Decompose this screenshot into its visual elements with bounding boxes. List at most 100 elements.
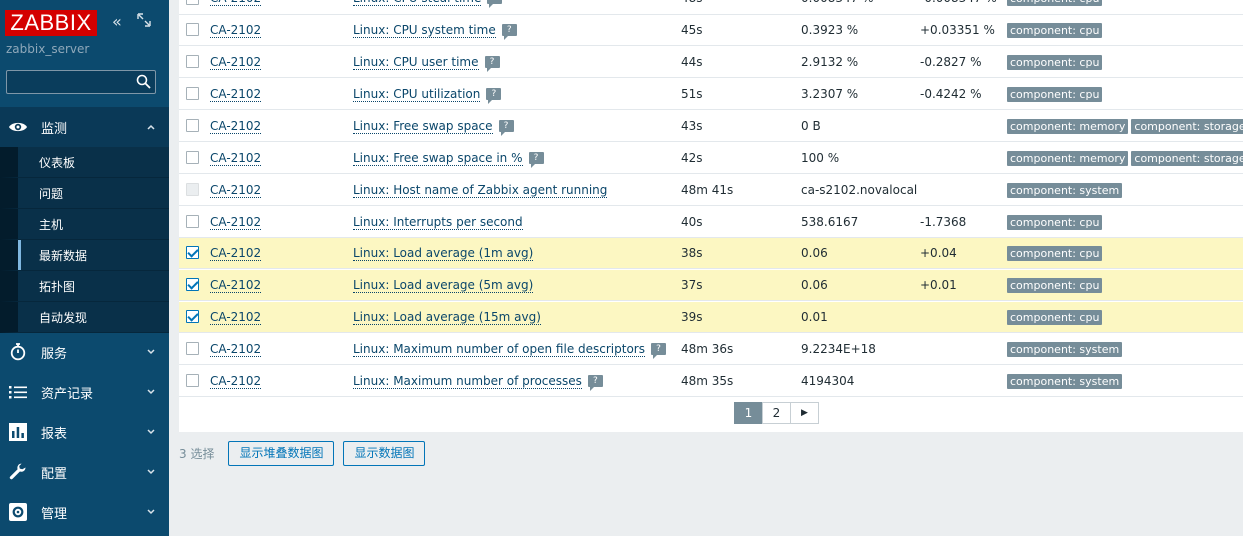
menu-eye[interactable]: 监测 [0, 107, 169, 147]
help-icon[interactable]: ? [587, 375, 603, 391]
tag-badge[interactable]: component: cpu [1007, 23, 1103, 38]
page-2-button[interactable]: 2 [762, 402, 791, 424]
item-name-link[interactable]: Linux: Free swap space in % [353, 151, 523, 166]
item-name-link[interactable]: Linux: CPU user time [353, 55, 479, 70]
row-checkbox[interactable] [186, 246, 199, 259]
last-value-cell: 3.2307 % [801, 87, 859, 101]
tag-badge[interactable]: component: memory [1007, 151, 1129, 166]
item-name-link[interactable]: Linux: Load average (5m avg) [353, 278, 534, 293]
help-icon[interactable]: ? [487, 0, 503, 8]
host-link[interactable]: CA-2102 [210, 119, 262, 134]
collapse-sidebar-icon[interactable]: « [112, 12, 122, 32]
submenu-item[interactable]: 拓扑图 [0, 271, 169, 302]
tag-badge[interactable]: component: cpu [1007, 246, 1103, 261]
tag-badge[interactable]: component: system [1007, 342, 1123, 357]
menu-gear[interactable]: 管理 [0, 492, 169, 532]
host-link[interactable]: CA-2102 [210, 87, 262, 102]
next-page-icon[interactable]: ▶ [790, 402, 819, 424]
row-checkbox[interactable] [186, 87, 199, 100]
host-link[interactable]: CA-2102 [210, 246, 262, 261]
item-name-link[interactable]: Linux: Load average (1m avg) [353, 246, 534, 261]
row-checkbox[interactable] [186, 119, 199, 132]
tag-badge[interactable]: component: cpu [1007, 278, 1103, 293]
host-link[interactable]: CA-2102 [210, 151, 262, 166]
host-link[interactable]: CA-2102 [210, 183, 262, 198]
tag-badge[interactable]: component: system [1007, 183, 1123, 198]
submenu-item[interactable]: 最新数据 [0, 240, 169, 271]
show-stacked-graph-button[interactable]: 显示堆叠数据图 [228, 441, 335, 466]
row-checkbox[interactable] [186, 215, 199, 228]
last-check-cell: 40s [681, 215, 703, 229]
help-icon[interactable]: ? [486, 88, 502, 104]
search-input[interactable] [7, 71, 135, 93]
help-icon[interactable]: ? [650, 343, 666, 359]
item-name-cell: Linux: Load average (15m avg) [353, 302, 541, 333]
item-name-link[interactable]: Linux: Load average (15m avg) [353, 310, 541, 325]
host-link[interactable]: CA-2102 [210, 215, 262, 230]
row-checkbox[interactable] [186, 310, 199, 323]
search-icon[interactable] [136, 74, 151, 92]
host-link[interactable]: CA-2102 [210, 374, 262, 389]
host-link[interactable]: CA-2102 [210, 342, 262, 357]
item-name-cell: Linux: Interrupts per second [353, 207, 523, 238]
item-name-link[interactable]: Linux: CPU steal time [353, 0, 482, 6]
submenu-item[interactable]: 主机 [0, 209, 169, 240]
help-icon[interactable]: ? [484, 56, 500, 72]
tag-badge[interactable]: component: system [1007, 374, 1123, 389]
menu-wrench[interactable]: 配置 [0, 452, 169, 492]
kiosk-mode-icon[interactable] [137, 12, 151, 32]
last-check-cell: 48m 41s [681, 183, 734, 197]
last-value-cell: 0.01 [801, 310, 828, 324]
tag-badge[interactable]: component: cpu [1007, 0, 1103, 6]
menu-list[interactable]: 资产记录 [0, 372, 169, 412]
last-check-cell: 42s [681, 151, 703, 165]
item-name-link[interactable]: Linux: Maximum number of processes [353, 374, 582, 389]
item-name-link[interactable]: Linux: Free swap space [353, 119, 493, 134]
row-checkbox[interactable] [186, 374, 199, 387]
host-link[interactable]: CA-2102 [210, 55, 262, 70]
tag-badge[interactable]: component: storage [1131, 151, 1243, 166]
host-link[interactable]: CA-2102 [210, 0, 262, 6]
zabbix-logo[interactable]: ZABBIX [5, 10, 97, 36]
change-cell: +0.04 [920, 246, 957, 260]
item-name-link[interactable]: Linux: Interrupts per second [353, 215, 523, 230]
item-name-link[interactable]: Linux: CPU utilization [353, 87, 481, 102]
table-row: CA-2102 Linux: CPU system time? 45s 0.3923 … [179, 15, 1243, 46]
row-checkbox[interactable] [186, 55, 199, 68]
row-checkbox[interactable] [186, 0, 199, 5]
item-name-link[interactable]: Linux: CPU system time [353, 23, 496, 38]
tag-badge[interactable]: component: cpu [1007, 215, 1103, 230]
tags-cell: component: cpu [1007, 0, 1105, 14]
item-name-link[interactable]: Linux: Host name of Zabbix agent running [353, 183, 608, 198]
row-checkbox[interactable] [186, 278, 199, 291]
help-icon[interactable]: ? [498, 120, 514, 136]
host-link[interactable]: CA-2102 [210, 310, 262, 325]
tag-badge[interactable]: component: cpu [1007, 310, 1103, 325]
help-icon[interactable]: ? [501, 24, 517, 40]
submenu-item[interactable]: 自动发现 [0, 302, 169, 333]
submenu-item[interactable]: 问题 [0, 178, 169, 209]
page-1-button[interactable]: 1 [734, 402, 763, 424]
tag-badge[interactable]: component: cpu [1007, 87, 1103, 102]
eye-icon [8, 117, 28, 137]
item-name-cell: Linux: CPU system time? [353, 15, 517, 46]
show-graph-button[interactable]: 显示数据图 [343, 441, 426, 466]
submenu-item[interactable]: 仪表板 [0, 147, 169, 178]
item-name-link[interactable]: Linux: Maximum number of open file descr… [353, 342, 645, 357]
host-link[interactable]: CA-2102 [210, 278, 262, 293]
tags-cell: component: system [1007, 334, 1125, 365]
tag-badge[interactable]: component: cpu [1007, 55, 1103, 70]
menu-label: 服务 [41, 346, 68, 362]
tag-badge[interactable]: component: memory [1007, 119, 1129, 134]
row-checkbox[interactable] [186, 151, 199, 164]
menu-stopwatch[interactable]: 服务 [0, 332, 169, 372]
help-icon[interactable]: ? [528, 152, 544, 168]
menu-bar-chart[interactable]: 报表 [0, 412, 169, 452]
row-checkbox[interactable] [186, 342, 199, 355]
monitoring-submenu: 仪表板 问题 主机 最新数据 拓扑图 自动发现 [0, 147, 169, 333]
host-cell: CA-2102 [210, 334, 262, 365]
host-link[interactable]: CA-2102 [210, 23, 262, 38]
tag-badge[interactable]: component: storage [1131, 119, 1243, 134]
item-name-cell: Linux: Free swap space in %? [353, 143, 544, 174]
row-checkbox[interactable] [186, 23, 199, 36]
